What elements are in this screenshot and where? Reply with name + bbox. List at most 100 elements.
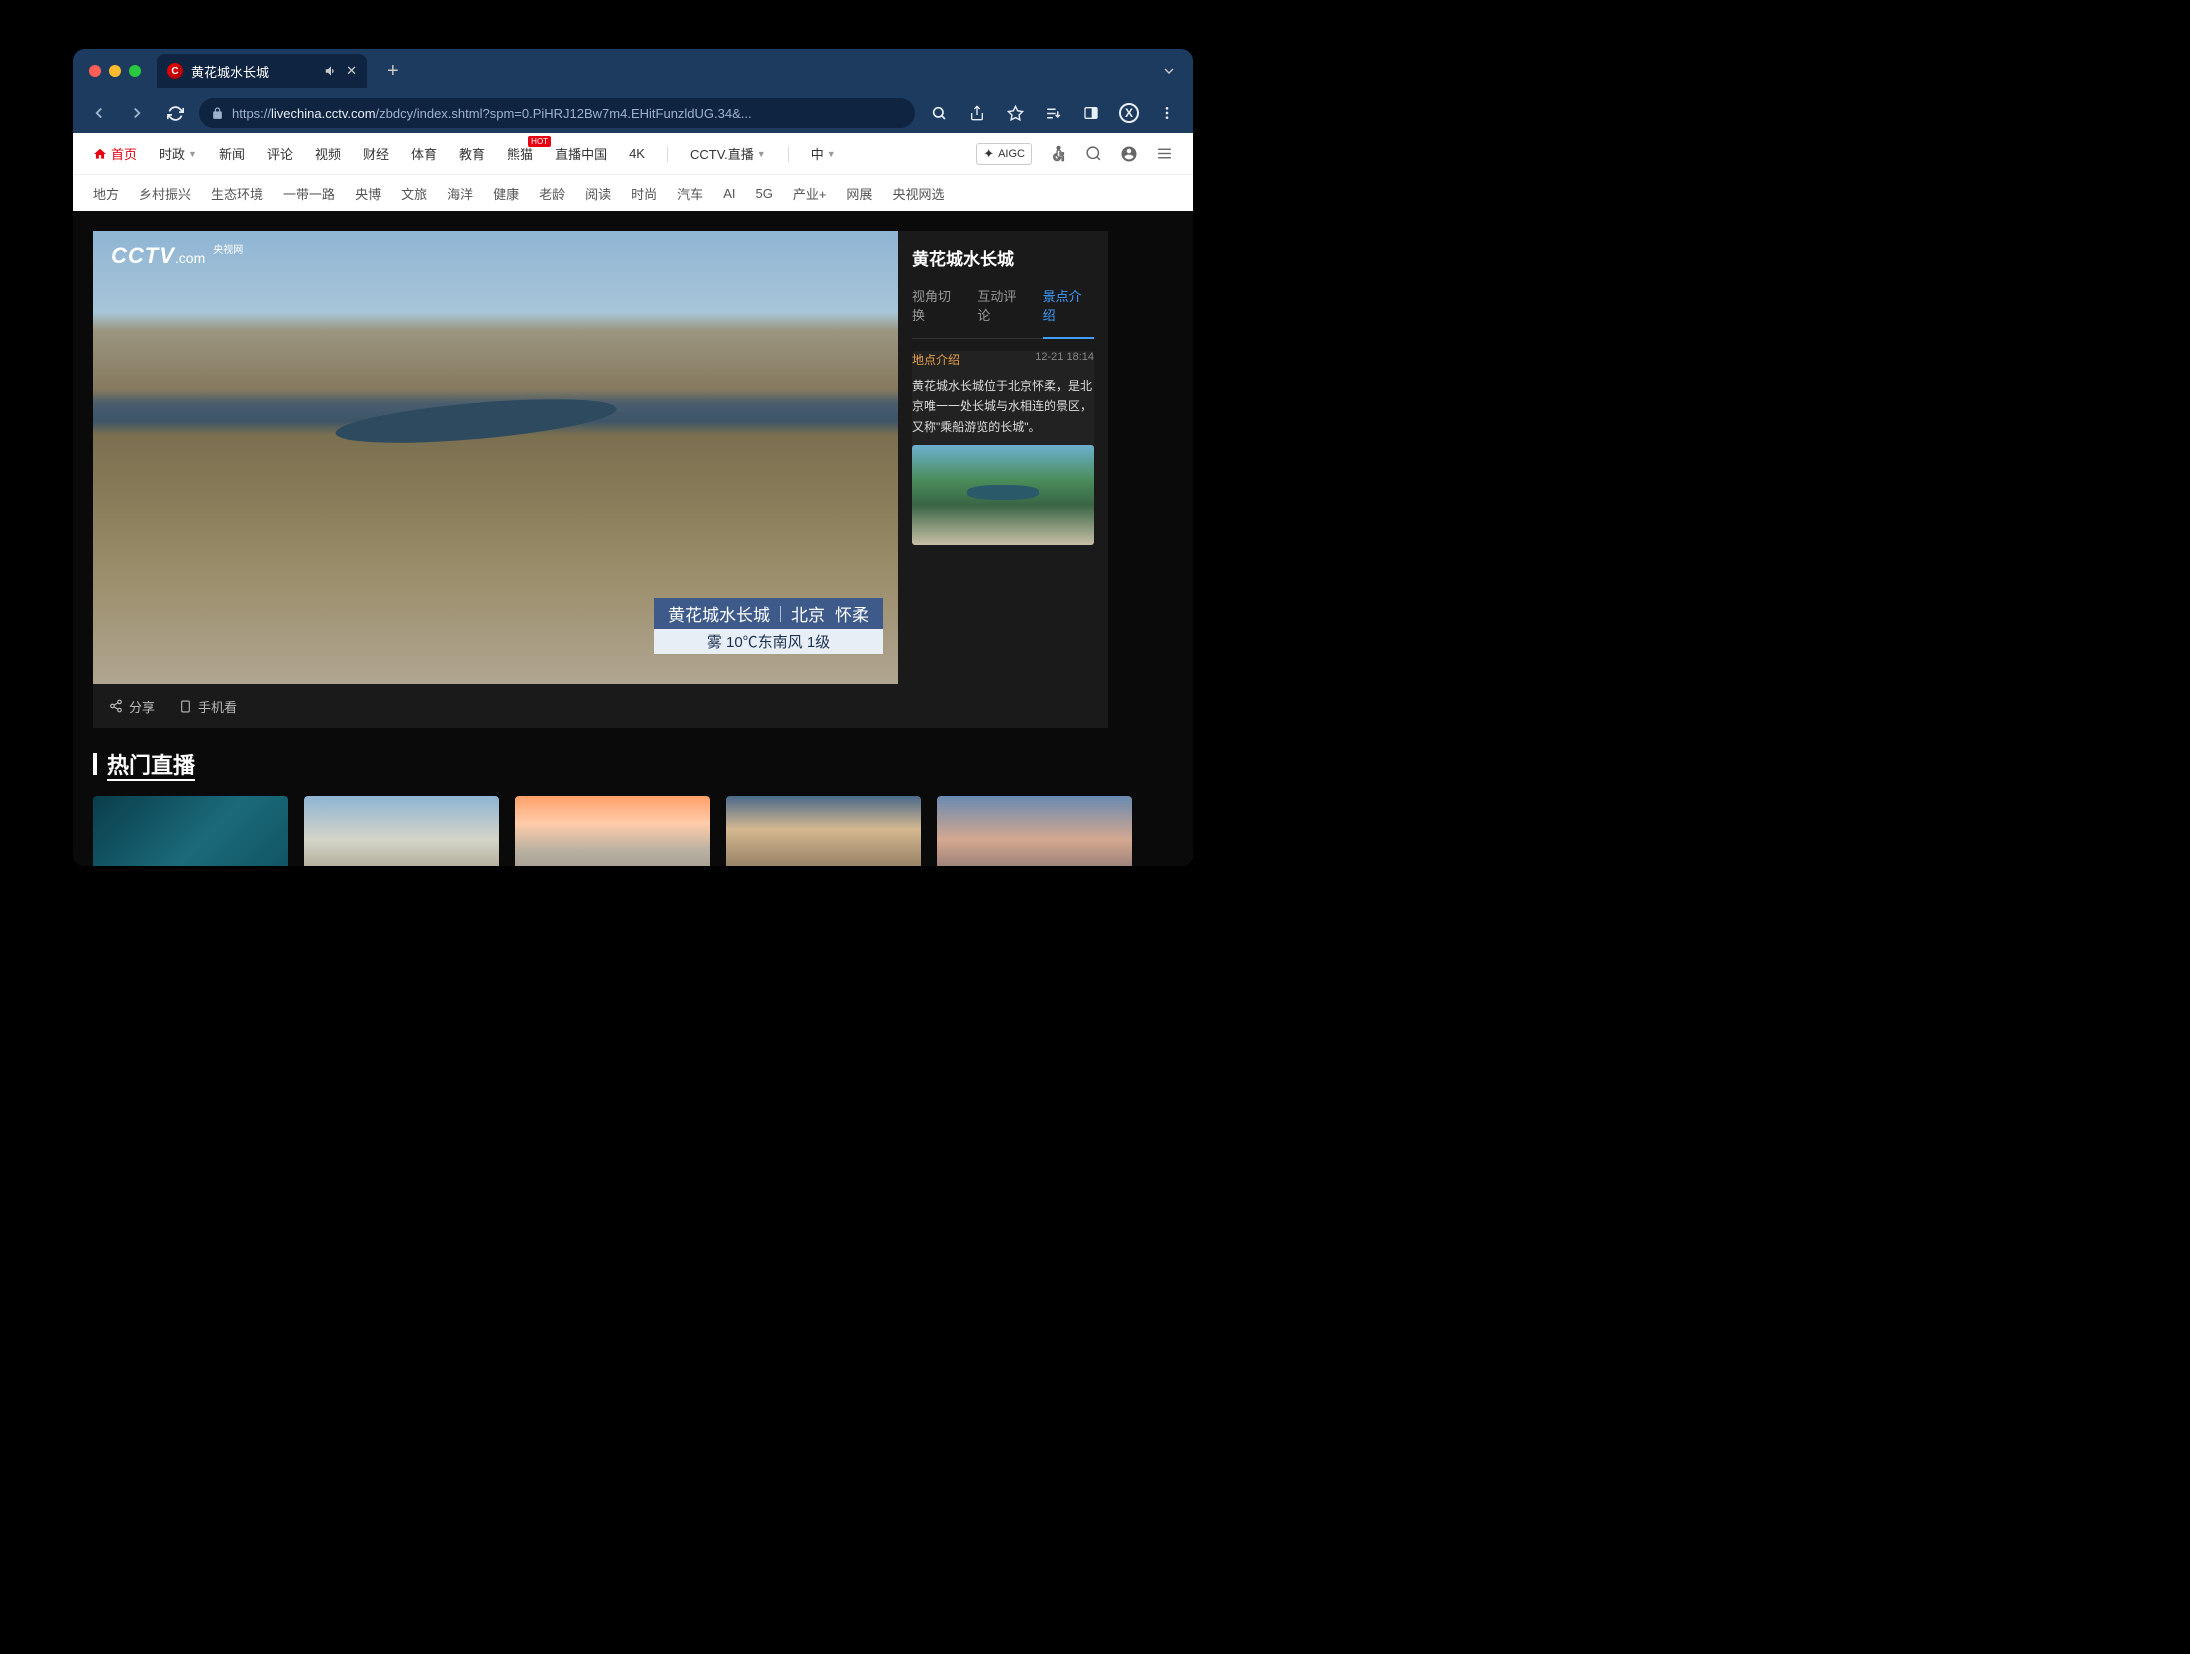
nav2-item[interactable]: 海洋 [447, 184, 473, 203]
nav2-item[interactable]: 网展 [846, 184, 872, 203]
side-tabs: 视角切换 互动评论 景点介绍 [912, 286, 1094, 339]
scenic-lake [333, 391, 617, 452]
close-window-button[interactable] [89, 65, 101, 77]
nav2-item[interactable]: 一带一路 [283, 184, 335, 203]
bookmark-icon[interactable] [1001, 99, 1029, 127]
browser-window: C 黄花城水长城 ✕ + https://livechina.cctv.com/… [73, 49, 1193, 866]
reload-button[interactable] [161, 99, 189, 127]
accessibility-icon[interactable] [1050, 145, 1067, 162]
side-tab-view[interactable]: 视角切换 [912, 286, 963, 330]
nav2-item[interactable]: 健康 [493, 184, 519, 203]
video-player[interactable]: 央视网 CCTV.com 黄花城水长城 北京 怀柔 雾 10℃东南风 1级 [93, 231, 898, 684]
chevron-down-icon: ▼ [188, 149, 197, 159]
menu-icon[interactable] [1153, 99, 1181, 127]
page-content: 首页 时政▼ 新闻 评论 视频 财经 体育 教育 熊猫HOT 直播中国 4K C… [73, 133, 1193, 866]
nav2-item[interactable]: 地方 [93, 184, 119, 203]
window-controls [89, 65, 141, 77]
nav-item[interactable]: 直播中国 [555, 144, 607, 163]
chevron-down-icon: ▼ [757, 149, 766, 159]
user-icon[interactable] [1120, 145, 1138, 163]
nav-item[interactable]: 4K [629, 146, 645, 161]
primary-nav: 首页 时政▼ 新闻 评论 视频 财经 体育 教育 熊猫HOT 直播中国 4K C… [73, 133, 1193, 175]
info-thumbnail [912, 445, 1094, 545]
nav2-item[interactable]: 产业+ [793, 184, 827, 203]
maximize-window-button[interactable] [129, 65, 141, 77]
aigc-button[interactable]: ✦AIGC [976, 143, 1032, 165]
nav-home[interactable]: 首页 [93, 144, 137, 163]
lock-icon [211, 107, 224, 120]
info-card: 地点介绍 12-21 18:14 黄花城水长城位于北京怀柔，是北京唯一一处长城与… [912, 351, 1094, 545]
hot-card[interactable] [93, 796, 288, 866]
browser-tab[interactable]: C 黄花城水长城 ✕ [157, 54, 367, 88]
location-name: 黄花城水长城 [668, 601, 770, 626]
side-tab-intro[interactable]: 景点介绍 [1043, 286, 1094, 330]
home-icon [93, 147, 107, 161]
nav-item[interactable]: 评论 [267, 144, 293, 163]
location-city: 北京 [791, 601, 825, 626]
nav-item[interactable]: 时政▼ [159, 144, 197, 163]
nav-language[interactable]: 中 ▼ [811, 144, 836, 163]
nav-cctv-live[interactable]: CCTV.直播 ▼ [690, 144, 766, 163]
video-footer: 分享 手机看 [93, 684, 898, 728]
search-in-page-icon[interactable] [925, 99, 953, 127]
share-button[interactable]: 分享 [109, 697, 155, 716]
search-icon[interactable] [1085, 145, 1102, 162]
nav2-item[interactable]: 生态环境 [211, 184, 263, 203]
nav2-item[interactable]: 老龄 [539, 184, 565, 203]
hamburger-icon[interactable] [1156, 145, 1173, 162]
hot-card[interactable] [304, 796, 499, 866]
nav-item[interactable]: 熊猫HOT [507, 144, 533, 163]
reading-list-icon[interactable] [1039, 99, 1067, 127]
divider [788, 146, 789, 162]
profile-button[interactable]: X [1115, 99, 1143, 127]
nav2-item[interactable]: 时尚 [631, 184, 657, 203]
nav2-item[interactable]: 央视网选 [892, 184, 944, 203]
hot-badge: HOT [528, 136, 551, 147]
chevron-down-icon: ▼ [827, 149, 836, 159]
nav2-item[interactable]: 汽车 [677, 184, 703, 203]
hot-title: 热门直播 [93, 748, 1173, 780]
divider [667, 146, 668, 162]
nav2-item[interactable]: 5G [755, 186, 772, 201]
url-bar[interactable]: https://livechina.cctv.com/zbdcy/index.s… [199, 98, 915, 128]
minimize-window-button[interactable] [109, 65, 121, 77]
nav-item[interactable]: 财经 [363, 144, 389, 163]
nav2-item[interactable]: 阅读 [585, 184, 611, 203]
player: 央视网 CCTV.com 黄花城水长城 北京 怀柔 雾 10℃东南风 1级 [93, 231, 898, 728]
info-description: 黄花城水长城位于北京怀柔，是北京唯一一处长城与水相连的景区，又称"乘船游览的长城… [912, 376, 1094, 437]
nav-item[interactable]: 体育 [411, 144, 437, 163]
favicon-icon: C [167, 63, 183, 79]
nav2-item[interactable]: 央博 [355, 184, 381, 203]
main-dark-area: 央视网 CCTV.com 黄花城水长城 北京 怀柔 雾 10℃东南风 1级 [73, 211, 1193, 866]
mobile-button[interactable]: 手机看 [179, 697, 237, 716]
nav2-item[interactable]: AI [723, 186, 735, 201]
title-accent-bar [93, 753, 97, 775]
player-section: 央视网 CCTV.com 黄花城水长城 北京 怀柔 雾 10℃东南风 1级 [73, 211, 1193, 748]
nav-item[interactable]: 教育 [459, 144, 485, 163]
info-timestamp: 12-21 18:14 [1035, 351, 1094, 368]
forward-button[interactable] [123, 99, 151, 127]
hot-card[interactable] [726, 796, 921, 866]
nav2-item[interactable]: 乡村振兴 [139, 184, 191, 203]
hot-card[interactable] [937, 796, 1132, 866]
titlebar: C 黄花城水长城 ✕ + [73, 49, 1193, 93]
side-tab-comment[interactable]: 互动评论 [977, 286, 1028, 330]
nav-item[interactable]: 视频 [315, 144, 341, 163]
share-icon [109, 699, 123, 713]
tab-title: 黄花城水长城 [191, 62, 316, 81]
secondary-nav: 地方 乡村振兴 生态环境 一带一路 央博 文旅 海洋 健康 老龄 阅读 时尚 汽… [73, 175, 1193, 211]
nav2-item[interactable]: 文旅 [401, 184, 427, 203]
hot-card[interactable] [515, 796, 710, 866]
new-tab-button[interactable]: + [387, 60, 399, 83]
back-button[interactable] [85, 99, 113, 127]
nav-item[interactable]: 新闻 [219, 144, 245, 163]
hot-section: 热门直播 [73, 748, 1193, 866]
share-icon[interactable] [963, 99, 991, 127]
toolbar: https://livechina.cctv.com/zbdcy/index.s… [73, 93, 1193, 133]
side-panel: 黄花城水长城 视角切换 互动评论 景点介绍 地点介绍 12-21 18:14 黄… [898, 231, 1108, 728]
tabs-menu-icon[interactable] [1161, 63, 1177, 79]
tab-mute-icon[interactable] [324, 64, 338, 78]
sidepanel-icon[interactable] [1077, 99, 1105, 127]
close-tab-icon[interactable]: ✕ [346, 63, 357, 79]
hot-carousel [93, 796, 1173, 866]
